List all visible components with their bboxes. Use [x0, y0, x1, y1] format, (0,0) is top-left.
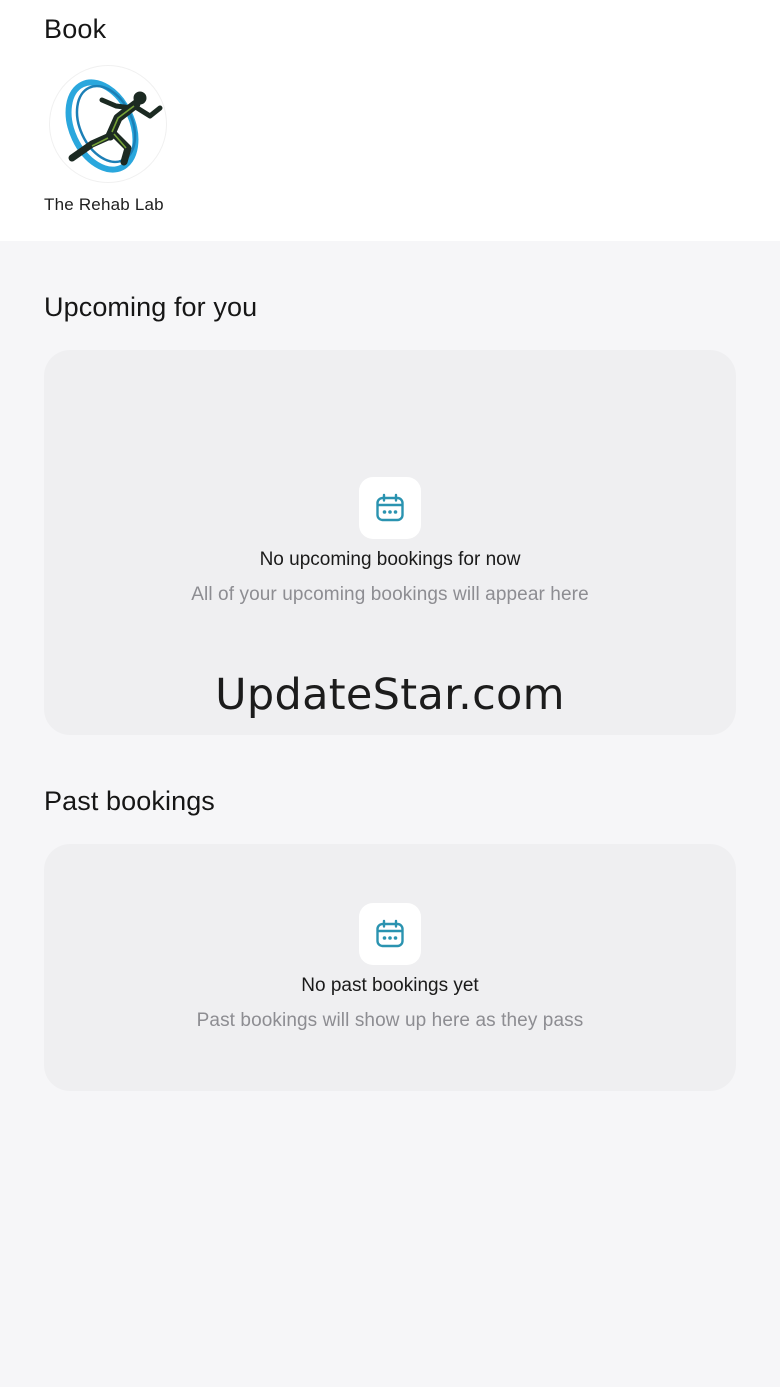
- past-empty-subtitle: Past bookings will show up here as they …: [196, 1010, 584, 1031]
- running-man-logo-icon: [65, 79, 163, 173]
- header-section: Book The Rehab Lab: [0, 0, 780, 241]
- past-bookings-card: No past bookings yet Past bookings will …: [44, 844, 736, 1091]
- upcoming-empty-subtitle: All of your upcoming bookings will appea…: [191, 584, 589, 605]
- past-calendar-icon-box: [359, 903, 421, 965]
- business-name[interactable]: The Rehab Lab: [44, 195, 164, 215]
- watermark: UpdateStar.com: [215, 670, 565, 720]
- page-title: Book: [44, 14, 107, 44]
- business-logo[interactable]: [50, 66, 166, 182]
- upcoming-calendar-icon-box: [359, 477, 421, 539]
- upcoming-section-title: Upcoming for you: [44, 292, 258, 322]
- upcoming-empty-title: No upcoming bookings for now: [259, 549, 521, 570]
- past-section-title: Past bookings: [44, 786, 215, 816]
- calendar-icon: [376, 919, 404, 948]
- past-empty-title: No past bookings yet: [301, 975, 479, 996]
- calendar-icon: [376, 493, 404, 522]
